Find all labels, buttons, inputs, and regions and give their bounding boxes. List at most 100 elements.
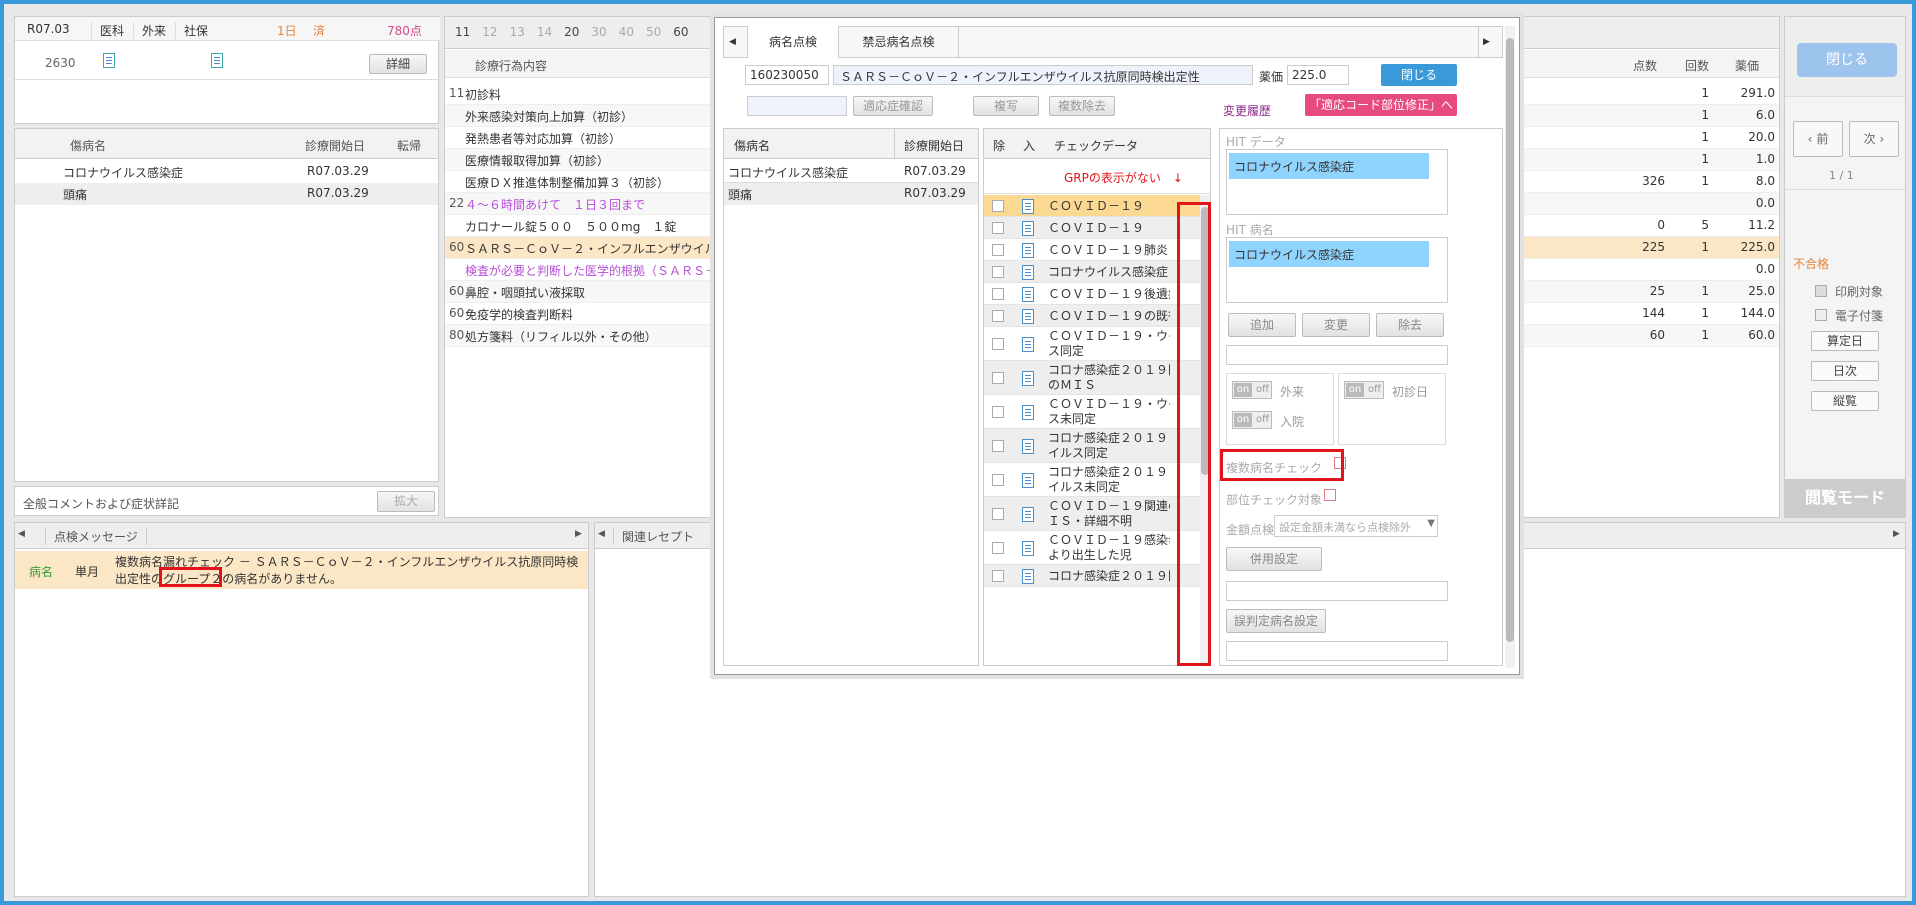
list-item[interactable]: コロナ感染症２０１９関連 のＭＩＳ [984, 361, 1200, 395]
section-tab[interactable]: 13 [510, 25, 525, 39]
print-checkbox[interactable] [1815, 285, 1827, 297]
dialog-scrollbar[interactable] [1505, 26, 1515, 668]
item-code-field[interactable]: 160230050 [745, 65, 829, 85]
tab-inspection-messages[interactable]: 点検メッセージ [45, 528, 147, 545]
exclude-checkbox[interactable] [992, 542, 1004, 554]
site-check-checkbox[interactable] [1324, 489, 1336, 501]
item-name-field[interactable]: ＳＡＲＳ－ＣｏＶ－２・インフルエンザウイルス抗原同時検出定性 [833, 65, 1253, 85]
table-row[interactable]: 頭痛 R07.03.29 [724, 183, 978, 205]
section-tab[interactable]: 50 [646, 25, 661, 39]
section-tab[interactable]: 40 [619, 25, 634, 39]
collapse-left-icon[interactable]: ◀ [18, 529, 25, 539]
text-input[interactable] [1226, 641, 1448, 661]
daily-button[interactable]: 日次 [1811, 361, 1879, 381]
add-button[interactable]: 追加 [1228, 313, 1296, 337]
multi-remove-button[interactable]: 複数除去 [1049, 96, 1115, 116]
table-row[interactable]: コロナウイルス感染症 R07.03.29 [724, 161, 978, 183]
exclude-checkbox[interactable] [992, 310, 1004, 322]
list-item[interactable]: ＣＯＶＩＤ－１９・ウイル ス同定 [984, 327, 1200, 361]
hit-data-box[interactable]: コロナウイルス感染症 [1226, 149, 1448, 215]
message-row[interactable]: 病名 単月 複数病名漏れチェック － ＳＡＲＳ－ＣｏＶ－２・インフルエンザウイル… [15, 551, 588, 589]
hit-name-box[interactable]: コロナウイルス感染症 [1226, 237, 1448, 303]
list-item[interactable]: コロナウイルス感染症 [984, 261, 1200, 283]
detail-button[interactable]: 詳細 [369, 54, 427, 74]
document-icon[interactable] [1022, 286, 1034, 302]
misjudge-setting-button[interactable]: 誤判定病名設定 [1226, 609, 1326, 633]
document-icon[interactable] [103, 53, 115, 68]
document-icon[interactable] [1022, 472, 1034, 488]
vertical-button[interactable]: 縦覧 [1811, 391, 1879, 411]
exclude-checkbox[interactable] [992, 222, 1004, 234]
amount-select[interactable]: 設定金額未満なら点検除外 ▼ [1274, 515, 1438, 537]
exclude-checkbox[interactable] [992, 266, 1004, 278]
expand-button[interactable]: 拡大 [377, 491, 435, 512]
list-item[interactable]: コロナ感染症２０１９関連 [984, 565, 1200, 587]
list-item[interactable]: コロナ感染症２０１９・ウ イルス同定 [984, 429, 1200, 463]
text-input[interactable] [1226, 345, 1448, 365]
section-tab[interactable]: 11 [455, 25, 470, 39]
section-tab[interactable]: 20 [564, 25, 579, 39]
exclude-checkbox[interactable] [992, 338, 1004, 350]
section-tab[interactable]: 14 [537, 25, 552, 39]
outpatient-toggle[interactable]: on off [1232, 381, 1272, 399]
exclude-checkbox[interactable] [992, 372, 1004, 384]
close-panel-button[interactable]: 閉じる [1797, 43, 1897, 77]
change-history-link[interactable]: 変更履歴 [1223, 102, 1271, 119]
list-item[interactable]: ＣＯＶＩＤ－１９ [984, 217, 1200, 239]
table-row[interactable]: 頭痛 R07.03.29 [15, 183, 438, 205]
first-visit-toggle[interactable]: on off [1344, 381, 1384, 399]
exclude-checkbox[interactable] [992, 508, 1004, 520]
section-tab[interactable]: 60 [673, 25, 688, 39]
text-input[interactable] [1226, 581, 1448, 601]
document-icon[interactable] [1022, 198, 1034, 214]
collapse-left-icon[interactable]: ◀ [598, 529, 605, 539]
document-icon[interactable] [1022, 242, 1034, 258]
exclude-checkbox[interactable] [992, 200, 1004, 212]
calc-date-button[interactable]: 算定日 [1811, 331, 1879, 351]
list-item[interactable]: ＣＯＶＩＤ－１９関連のＭ ＩＳ・詳細不明 [984, 497, 1200, 531]
exclude-checkbox[interactable] [992, 570, 1004, 582]
tab-contraindication-check[interactable]: 禁忌病名点検 [839, 26, 959, 58]
combined-setting-button[interactable]: 併用設定 [1226, 547, 1322, 571]
document-icon[interactable] [1022, 370, 1034, 386]
list-item[interactable]: ＣＯＶＩＤ－１９感染母体 より出生した児 [984, 531, 1200, 565]
exclude-checkbox[interactable] [992, 440, 1004, 452]
document-icon[interactable] [1022, 220, 1034, 236]
tab-related-receipt[interactable]: 関連レセプト [613, 528, 702, 545]
section-tab[interactable]: 12 [482, 25, 497, 39]
next-button[interactable]: 次 › [1849, 121, 1899, 157]
search-input[interactable] [747, 96, 847, 116]
table-row[interactable]: コロナウイルス感染症 R07.03.29 [15, 161, 438, 183]
exclude-checkbox[interactable] [992, 406, 1004, 418]
electronic-checkbox[interactable] [1815, 309, 1827, 321]
remove-button[interactable]: 除去 [1376, 313, 1444, 337]
exclude-checkbox[interactable] [992, 288, 1004, 300]
exclude-checkbox[interactable] [992, 474, 1004, 486]
prev-button[interactable]: ‹ 前 [1793, 121, 1843, 157]
section-tab[interactable]: 30 [591, 25, 606, 39]
list-item[interactable]: ＣＯＶＩＤ－１９ [984, 195, 1200, 217]
document-icon[interactable] [1022, 540, 1034, 556]
tab-disease-check[interactable]: 病名点検 [747, 26, 839, 58]
exclude-checkbox[interactable] [992, 244, 1004, 256]
document-icon[interactable] [1022, 568, 1034, 584]
fix-site-code-button[interactable]: 「適応コード部位修正」へ [1305, 94, 1457, 116]
document-icon[interactable] [1022, 404, 1034, 420]
price-field[interactable]: 225.0 [1287, 65, 1349, 85]
inpatient-toggle[interactable]: on off [1232, 411, 1272, 429]
tab-scroll-left-icon[interactable]: ◀ [729, 37, 736, 47]
document-icon[interactable] [1022, 506, 1034, 522]
document-icon[interactable] [1022, 308, 1034, 324]
document-icon[interactable] [1022, 264, 1034, 280]
collapse-right-icon[interactable]: ▶ [1893, 529, 1900, 539]
document-icon[interactable] [1022, 336, 1034, 352]
tab-scroll-right-icon[interactable]: ▶ [1483, 37, 1490, 47]
list-item[interactable]: ＣＯＶＩＤ－１９肺炎 [984, 239, 1200, 261]
document-icon[interactable] [211, 53, 223, 68]
copy-button[interactable]: 複写 [973, 96, 1039, 116]
dialog-close-button[interactable]: 閉じる [1381, 64, 1457, 86]
list-item[interactable]: ＣＯＶＩＤ－１９後遺症 [984, 283, 1200, 305]
indication-button[interactable]: 適応症確認 [853, 96, 933, 116]
collapse-right-icon[interactable]: ▶ [575, 529, 582, 539]
change-button[interactable]: 変更 [1302, 313, 1370, 337]
